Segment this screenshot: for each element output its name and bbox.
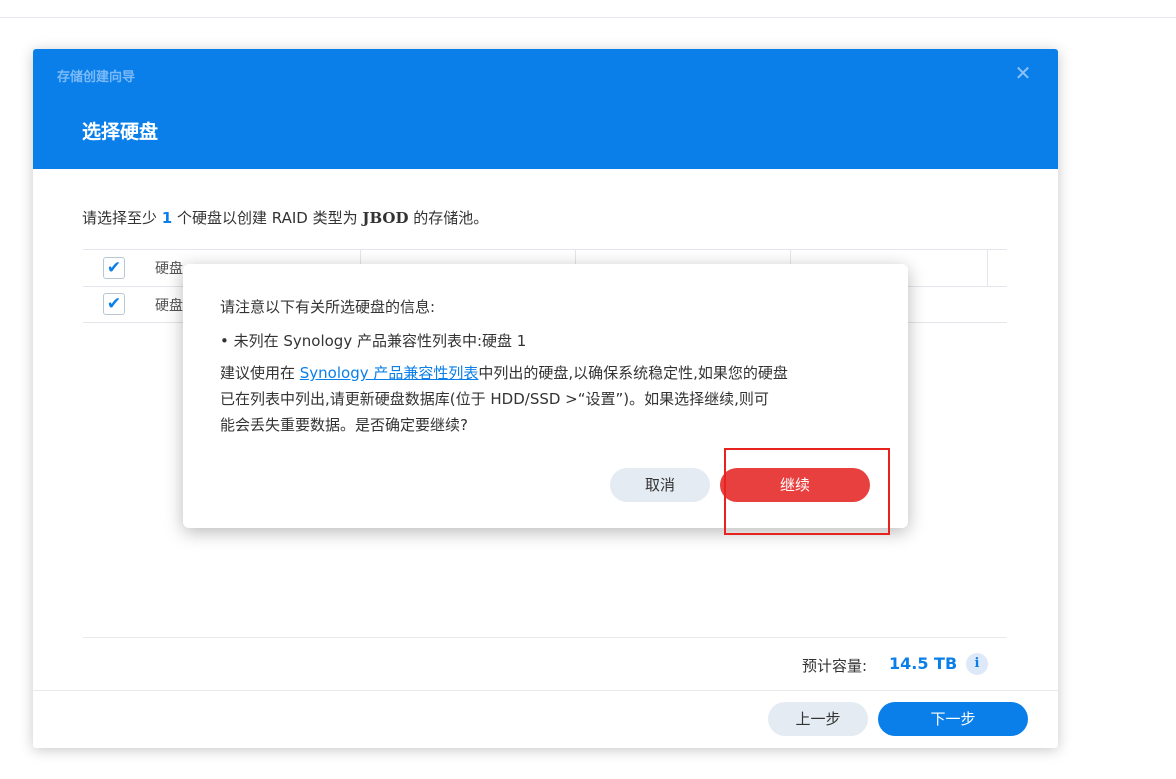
page-top-divider (0, 17, 1176, 18)
column-divider (987, 250, 988, 286)
next-button[interactable]: 下一步 (878, 702, 1028, 736)
compatibility-list-link[interactable]: Synology 产品兼容性列表 (300, 364, 479, 382)
footer-divider (83, 637, 1007, 638)
raid-type: JBOD (362, 209, 409, 227)
row-disk-name: 硬盘 (155, 298, 183, 314)
column-header-disk[interactable]: 硬盘 (155, 258, 183, 278)
wizard-app-title: 存储创建向导 (57, 70, 136, 85)
dialog-body-line-3: 能会丢失重要数据。是否确定要继续? (220, 416, 468, 434)
dialog-body-line-1: 建议使用在 Synology 产品兼容性列表中列出的硬盘,以确保系统稳定性,如果… (220, 360, 870, 386)
dialog-heading: 请注意以下有关所选硬盘的信息: (220, 298, 436, 316)
close-icon[interactable]: ✕ (1013, 62, 1033, 84)
instruction-middle: 个硬盘以创建 RAID 类型为 (172, 209, 363, 227)
row-checkbox[interactable]: ✔ (103, 293, 125, 315)
continue-highlight-box (724, 448, 890, 535)
previous-button[interactable]: 上一步 (768, 702, 868, 736)
instruction-prefix: 请选择至少 (82, 209, 162, 227)
page-title: 选择硬盘 (82, 121, 159, 143)
dialog-bullet-item: • 未列在 Synology 产品兼容性列表中:硬盘 1 (220, 332, 527, 350)
instruction-text: 请选择至少 1 个硬盘以创建 RAID 类型为 JBOD 的存储池。 (82, 207, 488, 228)
dialog-body-line-1-rest: 中列出的硬盘,以确保系统稳定性,如果您的硬盘 (478, 364, 788, 382)
dialog-body-prefix: 建议使用在 (220, 364, 300, 382)
select-all-checkbox[interactable]: ✔ (103, 257, 125, 279)
min-disk-count: 1 (161, 209, 173, 227)
dialog-body: 建议使用在 Synology 产品兼容性列表中列出的硬盘,以确保系统稳定性,如果… (220, 360, 870, 438)
instruction-suffix: 的存储池。 (408, 209, 489, 227)
capacity-label: 预计容量: (802, 657, 868, 675)
cancel-button[interactable]: 取消 (610, 468, 710, 502)
wizard-header: 存储创建向导 ✕ 选择硬盘 (33, 49, 1058, 169)
dialog-body-line-2: 已在列表中列出,请更新硬盘数据库(位于 HDD/SSD >“设置”)。如果选择继… (220, 390, 769, 408)
button-bar-divider (33, 690, 1058, 691)
capacity-value: 14.5 TB (889, 654, 958, 673)
info-icon[interactable]: i (966, 653, 988, 675)
